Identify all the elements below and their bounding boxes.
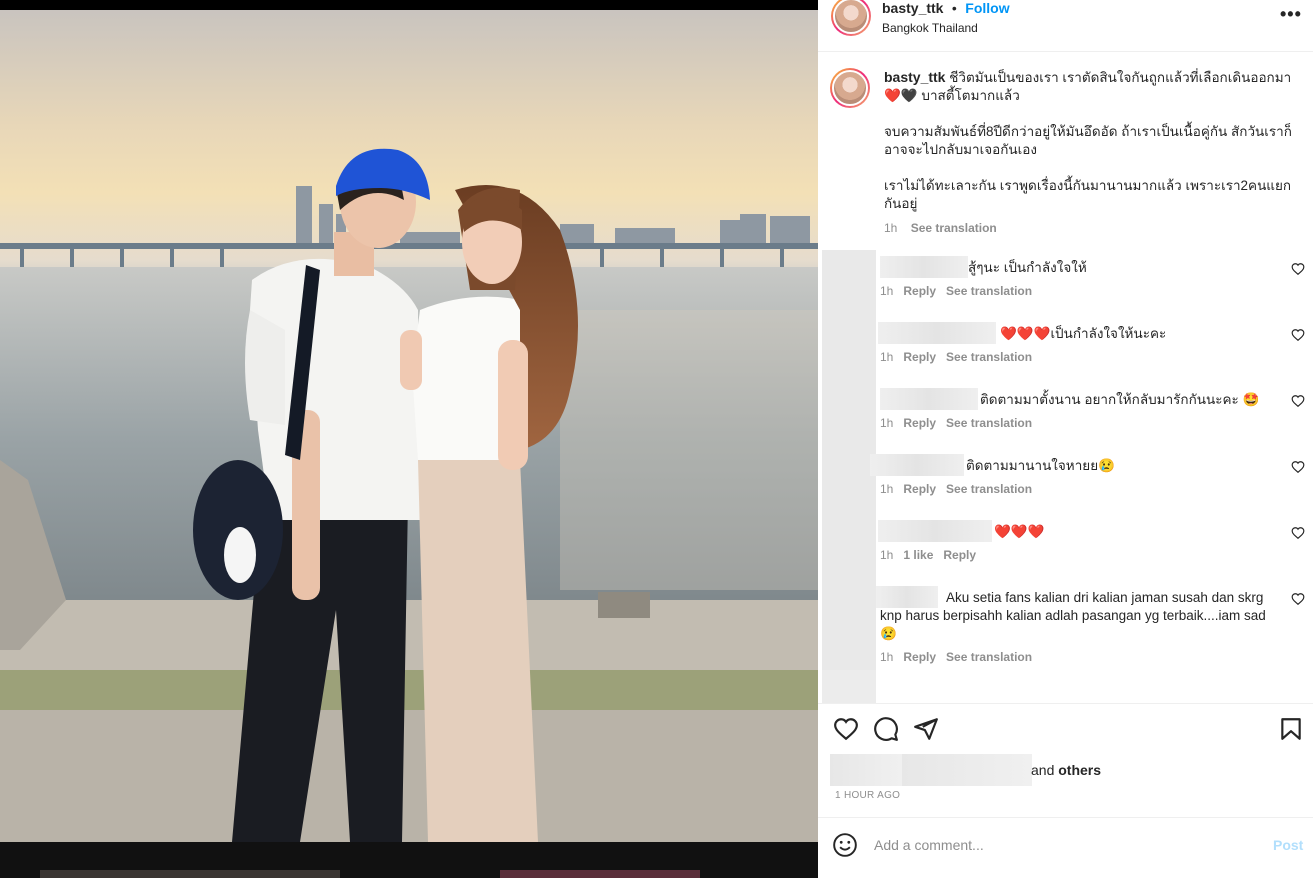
comment-like-heart-icon[interactable] xyxy=(1291,394,1305,408)
comment-icon[interactable] xyxy=(873,716,899,742)
comment-avatar[interactable] xyxy=(822,316,876,382)
see-translation-button[interactable]: See translation xyxy=(946,416,1032,430)
comment-username-redacted[interactable] xyxy=(880,256,968,278)
emoji-icon[interactable] xyxy=(832,832,858,858)
comment-username-redacted[interactable] xyxy=(878,322,996,344)
see-translation-button[interactable]: See translation xyxy=(946,350,1032,364)
reply-button[interactable]: Reply xyxy=(903,650,936,664)
comment-like-heart-icon[interactable] xyxy=(1291,262,1305,276)
comment-item: Aku setia fans kalian dri kalian jaman s… xyxy=(818,580,1313,670)
more-horizontal-icon[interactable]: ••• xyxy=(1280,5,1302,26)
comment-item: ❤️❤️❤️ 1h 1 like Reply xyxy=(818,514,1313,580)
comment-text: สู้ๆนะ เป็นกำลังใจให้ xyxy=(968,260,1087,275)
comment-item: ❤️❤️❤️เป็นกำลังใจให้นะคะ 1h Reply See tran… xyxy=(818,316,1313,382)
comment-like-heart-icon[interactable] xyxy=(1291,592,1305,606)
caption-line1: ชีวิตมันเป็นของเรา เราตัดสินใจกันถูกแล้ว… xyxy=(949,70,1292,85)
comment-avatar[interactable] xyxy=(822,382,876,448)
see-translation-button[interactable]: See translation xyxy=(946,284,1032,298)
comment-item: ติดตามมาตั้งนาน อยากให้กลับมารักกันนะคะ … xyxy=(818,382,1313,448)
likes-summary: and others xyxy=(830,754,1310,786)
comment-username-redacted[interactable] xyxy=(878,520,992,542)
comment-text: เป็นกำลังใจให้นะคะ xyxy=(1050,326,1167,341)
comment-avatar[interactable] xyxy=(822,580,876,670)
comment-item: สู้ๆนะ เป็นกำลังใจให้ 1h Reply See transla… xyxy=(818,250,1313,316)
comment-text: ติดตามมานานใจหายย😢 xyxy=(966,458,1115,473)
comment-avatar[interactable] xyxy=(822,250,876,316)
reply-button[interactable]: Reply xyxy=(903,416,936,430)
comment-like-heart-icon[interactable] xyxy=(1291,526,1305,540)
caption-paragraph-2: จบความสัมพันธ์ที่8ปีดีกว่าอยู่ให้มันอึดอ… xyxy=(884,124,1292,157)
comment-avatar[interactable] xyxy=(822,514,876,580)
caption-line1b: บาสตี้โตมากแล้ว xyxy=(921,88,1020,103)
comment-username-redacted[interactable] xyxy=(870,454,964,476)
comment-username-redacted[interactable] xyxy=(880,388,978,410)
add-comment-bar: Post xyxy=(818,817,1313,873)
comment-like-heart-icon[interactable] xyxy=(1291,328,1305,342)
comment-time: 1h xyxy=(880,650,894,664)
comment-time: 1h xyxy=(880,482,894,496)
bookmark-icon[interactable] xyxy=(1278,716,1304,742)
comment-time: 1h xyxy=(880,548,894,562)
comment-avatar-partial xyxy=(822,670,876,703)
reply-button[interactable]: Reply xyxy=(943,548,976,562)
comment-avatar[interactable] xyxy=(822,448,876,514)
post-side-panel: basty_ttk • Follow Bangkok Thailand ••• … xyxy=(818,0,1313,878)
reply-button[interactable]: Reply xyxy=(903,482,936,496)
post-time-ago[interactable]: 1 HOUR AGO xyxy=(835,790,900,801)
comment-like-heart-icon[interactable] xyxy=(1291,460,1305,474)
likes-and-text: and xyxy=(1031,762,1055,778)
caption-username[interactable]: basty_ttk xyxy=(884,69,945,85)
photo-illustration xyxy=(0,148,818,842)
see-translation-button[interactable]: See translation xyxy=(946,482,1032,496)
comments-scroll-area[interactable]: basty_ttk ชีวิตมันเป็นของเรา เราตัดสินใจ… xyxy=(818,53,1313,703)
liker-name-redacted[interactable] xyxy=(902,754,1032,786)
caption-see-translation[interactable]: See translation xyxy=(911,221,997,235)
comment-likes-count[interactable]: 1 like xyxy=(903,548,933,562)
comment-text: Aku setia fans kalian dri kalian jaman s… xyxy=(880,590,1266,641)
post-photo[interactable] xyxy=(0,10,818,842)
reply-button[interactable]: Reply xyxy=(903,284,936,298)
comment-hearts: ❤️❤️❤️ xyxy=(994,524,1045,539)
comment-item: ติดตามมานานใจหายย😢 1h Reply See translatio… xyxy=(818,448,1313,514)
post-location[interactable]: Bangkok Thailand xyxy=(882,21,978,35)
comment-time: 1h xyxy=(880,416,894,430)
comment-text: ติดตามมาตั้งนาน อยากให้กลับมารักกันนะคะ … xyxy=(980,392,1260,407)
see-translation-button[interactable]: See translation xyxy=(946,650,1032,664)
post-header: basty_ttk • Follow Bangkok Thailand ••• xyxy=(818,0,1313,52)
likes-others-link[interactable]: others xyxy=(1058,762,1101,778)
comment-time: 1h xyxy=(880,350,894,364)
heart-icon[interactable] xyxy=(833,716,859,742)
caption-hearts: ❤️🖤 xyxy=(884,88,918,103)
reply-button[interactable]: Reply xyxy=(903,350,936,364)
comment-hearts: ❤️❤️❤️ xyxy=(1000,326,1051,341)
comment-input[interactable] xyxy=(874,834,1244,856)
caption-paragraph-3: เราไม่ได้ทะเลาะกัน เราพูดเรื่องนี้กันมาน… xyxy=(884,178,1292,211)
caption-time: 1h xyxy=(884,221,898,235)
comment-time: 1h xyxy=(880,284,894,298)
separator-dot: • xyxy=(951,0,957,16)
author-username[interactable]: basty_ttk xyxy=(882,0,943,16)
author-avatar[interactable] xyxy=(831,0,871,36)
photo-bottom-strip xyxy=(0,842,818,878)
follow-button[interactable]: Follow xyxy=(965,0,1009,16)
share-icon[interactable] xyxy=(913,716,939,742)
post-actions xyxy=(818,703,1313,753)
post-comment-button[interactable]: Post xyxy=(1273,837,1303,853)
caption-avatar[interactable] xyxy=(830,68,870,108)
bridge xyxy=(0,243,818,249)
liker-avatars-redacted[interactable] xyxy=(830,754,902,786)
